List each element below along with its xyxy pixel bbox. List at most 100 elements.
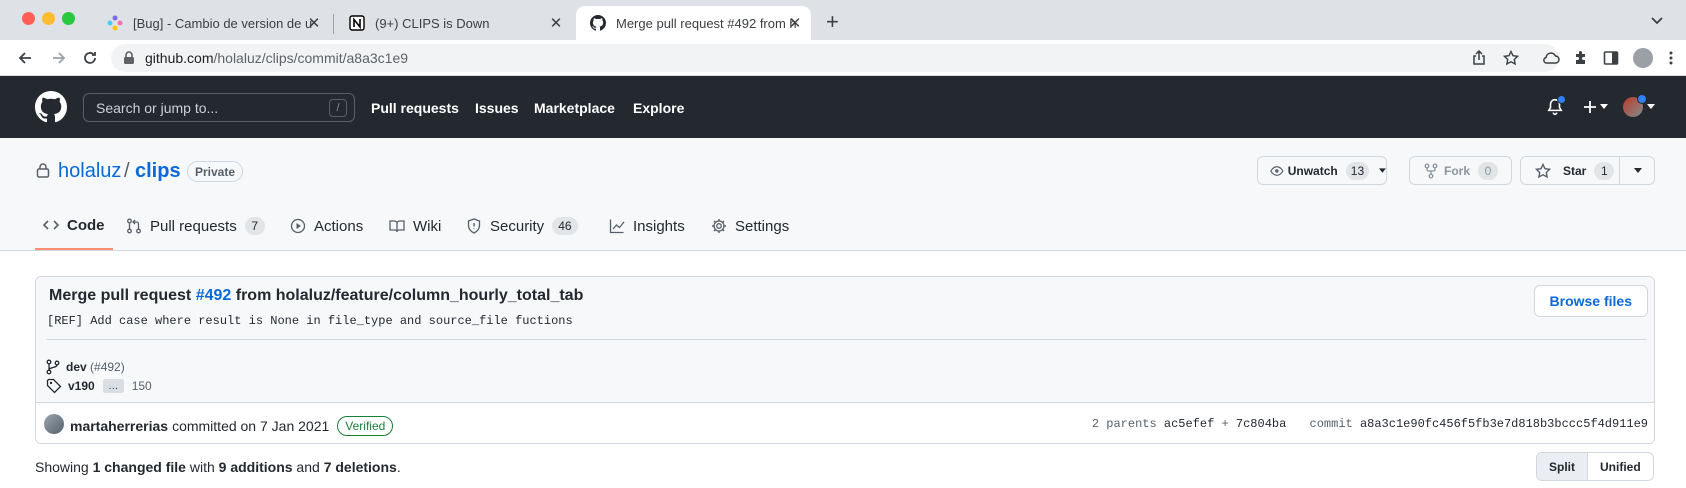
url-host: github.com <box>145 50 214 66</box>
commit-meta: martaherrerias committed on 7 Jan 2021 V… <box>36 403 1654 443</box>
fork-count: 0 <box>1478 161 1499 180</box>
tab-title: Merge pull request #492 from h <box>616 15 796 31</box>
author-link[interactable]: martaherrerias <box>70 418 168 434</box>
gear-icon <box>712 219 726 233</box>
nav-explore[interactable]: Explore <box>633 100 684 116</box>
share-icon[interactable] <box>1471 50 1487 66</box>
star-count: 1 <box>1594 161 1615 180</box>
tab-pull-requests[interactable]: Pull requests 7 <box>126 202 265 250</box>
author-avatar[interactable] <box>44 414 64 434</box>
tab-settings[interactable]: Settings <box>711 202 789 250</box>
tag-link[interactable]: v190 <box>68 379 95 393</box>
more-vertical-icon[interactable] <box>1668 50 1674 66</box>
book-icon <box>389 220 405 233</box>
close-window-button[interactable] <box>22 12 35 25</box>
github-logo-icon[interactable] <box>35 91 67 123</box>
unified-view-button[interactable]: Unified <box>1588 453 1653 480</box>
expand-tags-button[interactable]: … <box>102 379 124 393</box>
repo-owner-link[interactable]: holaluz <box>58 160 121 183</box>
committed-date: committed on 7 Jan 2021 <box>172 418 330 434</box>
fork-button[interactable]: Fork 0 <box>1409 156 1512 185</box>
maximize-window-button[interactable] <box>62 12 75 25</box>
star-icon[interactable] <box>1503 50 1519 66</box>
code-icon <box>43 220 59 230</box>
extensions-icon[interactable] <box>1573 49 1589 66</box>
tab-security[interactable]: Security 46 <box>466 202 578 250</box>
branch-icon <box>46 359 60 375</box>
star-icon <box>1535 162 1551 178</box>
minimize-window-button[interactable] <box>42 12 55 25</box>
watch-count: 13 <box>1345 161 1370 180</box>
fork-label: Fork <box>1444 163 1471 178</box>
search-input[interactable]: Search or jump to... / <box>83 93 355 122</box>
pr-link[interactable]: #492 <box>196 287 232 304</box>
browser-tab-bar: [Bug] - Cambio de version de u ✕ (9+) CL… <box>0 0 1686 40</box>
tab-divider <box>333 14 334 34</box>
split-view-button[interactable]: Split <box>1537 453 1588 480</box>
chevron-down-icon[interactable] <box>1650 14 1664 28</box>
lock-icon <box>124 51 134 64</box>
summary-text: . <box>396 459 401 475</box>
tab-code[interactable]: Code <box>35 202 113 250</box>
repo-name-link[interactable]: clips <box>135 160 181 183</box>
nav-issues[interactable]: Issues <box>475 100 519 116</box>
tab-counter: 46 <box>552 217 578 235</box>
tab-insights[interactable]: Insights <box>609 202 685 250</box>
reload-button[interactable] <box>80 48 100 68</box>
close-icon[interactable]: ✕ <box>306 15 322 32</box>
browser-tab[interactable]: (9+) CLIPS is Down ✕ <box>337 6 572 40</box>
cloud-icon[interactable] <box>1542 50 1560 66</box>
browser-tab-active[interactable]: Merge pull request #492 from h ✕ <box>576 6 811 40</box>
branch-link[interactable]: dev <box>66 360 87 374</box>
parent-sha-link[interactable]: 7c804ba <box>1236 417 1286 431</box>
nav-pull-requests[interactable]: Pull requests <box>371 100 459 116</box>
sidebar-icon[interactable] <box>1603 50 1619 66</box>
tab-actions[interactable]: Actions <box>290 202 363 250</box>
commit-author-line: martaherrerias committed on 7 Jan 2021 V… <box>70 416 394 436</box>
diff-summary: Showing 1 changed file with 9 additions … <box>35 459 401 475</box>
tab-label: Insights <box>633 217 685 235</box>
tab-label: Wiki <box>413 217 442 235</box>
github-header: Search or jump to... / Pull requests Iss… <box>0 76 1686 138</box>
repo-path-separator: / <box>124 160 130 182</box>
branch-line: dev (#492) <box>46 359 125 375</box>
profile-avatar[interactable] <box>1633 48 1653 68</box>
status-dot <box>1637 94 1647 104</box>
commit-label: commit <box>1309 417 1353 431</box>
tag-count[interactable]: 150 <box>132 379 152 393</box>
parent-join: + <box>1221 417 1229 431</box>
commit-title-prefix: Merge pull request <box>49 287 196 304</box>
summary-text: Showing <box>35 459 93 475</box>
search-placeholder: Search or jump to... <box>96 99 219 116</box>
star-button[interactable]: Star 1 <box>1520 156 1655 185</box>
close-icon[interactable]: ✕ <box>548 15 564 32</box>
back-button[interactable] <box>15 48 35 68</box>
commit-title-suffix: from holaluz/feature/column_hourly_total… <box>231 287 584 304</box>
address-bar[interactable]: github.com/holaluz/clips/commit/a8a3c1e9 <box>111 44 1559 72</box>
commit-sha-info: 2 parents ac5efef + 7c804ba commit a8a3c… <box>1092 417 1648 431</box>
tab-label: Code <box>67 216 105 234</box>
tab-wiki[interactable]: Wiki <box>389 202 441 250</box>
shield-icon <box>467 218 481 234</box>
nav-marketplace[interactable]: Marketplace <box>534 100 615 116</box>
parent-sha-link[interactable]: ac5efef <box>1164 417 1214 431</box>
new-tab-button[interactable]: + <box>826 9 839 35</box>
close-icon[interactable]: ✕ <box>787 15 803 32</box>
caret-down-icon <box>1379 167 1386 173</box>
verified-badge[interactable]: Verified <box>337 416 394 436</box>
additions-count: 9 additions <box>218 459 293 475</box>
tag-icon <box>46 378 62 394</box>
caret-down-icon[interactable] <box>1634 168 1642 174</box>
clickup-icon <box>107 15 123 31</box>
branch-pr-ref[interactable]: (#492) <box>90 360 125 374</box>
play-icon <box>290 218 306 234</box>
visibility-badge: Private <box>187 161 244 182</box>
watch-button[interactable]: Unwatch 13 <box>1257 156 1387 185</box>
forward-button[interactable] <box>49 48 69 68</box>
browse-files-button[interactable]: Browse files <box>1533 285 1648 317</box>
browser-tab[interactable]: [Bug] - Cambio de version de u ✕ <box>95 6 330 40</box>
changed-files-count[interactable]: 1 changed file <box>93 459 186 475</box>
commit-description: [REF] Add case where result is None in f… <box>47 314 573 328</box>
pull-request-icon <box>127 218 141 234</box>
plus-icon[interactable] <box>1582 99 1598 115</box>
